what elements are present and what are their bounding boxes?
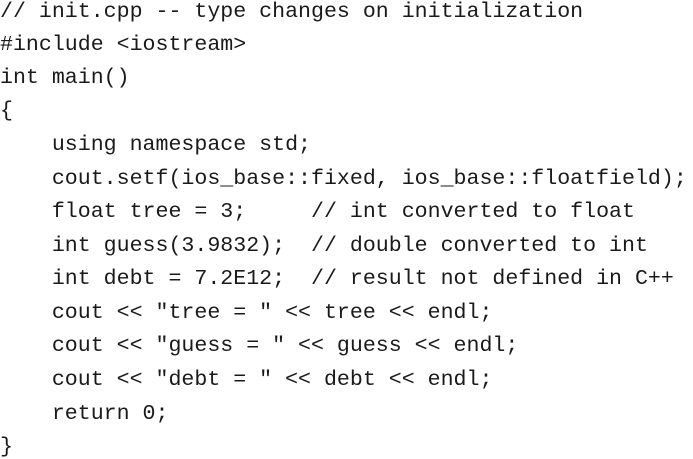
code-line-using-namespace: using namespace std; [0, 133, 312, 157]
code-line-close-brace: } [0, 435, 13, 459]
code-line-main-signature: int main() [0, 66, 130, 90]
code-line-include: #include <iostream> [0, 33, 247, 57]
code-line-float-tree: float tree = 3; // int converted to floa… [0, 200, 635, 224]
code-line-cout-guess: cout << "guess = " << guess << endl; [0, 334, 519, 358]
code-line-cout-debt: cout << "debt = " << debt << endl; [0, 368, 493, 392]
code-line-comment-header: // init.cpp -- type changes on initializ… [0, 0, 584, 24]
code-listing: // init.cpp -- type changes on initializ… [0, 0, 693, 459]
code-line-cout-setf: cout.setf(ios_base::fixed, ios_base::flo… [0, 167, 687, 191]
code-line-open-brace: { [0, 99, 13, 123]
code-line-int-guess: int guess(3.9832); // double converted t… [0, 234, 648, 258]
code-line-int-debt: int debt = 7.2E12; // result not defined… [0, 267, 674, 291]
code-line-cout-tree: cout << "tree = " << tree << endl; [0, 301, 493, 325]
code-line-return: return 0; [0, 402, 169, 426]
